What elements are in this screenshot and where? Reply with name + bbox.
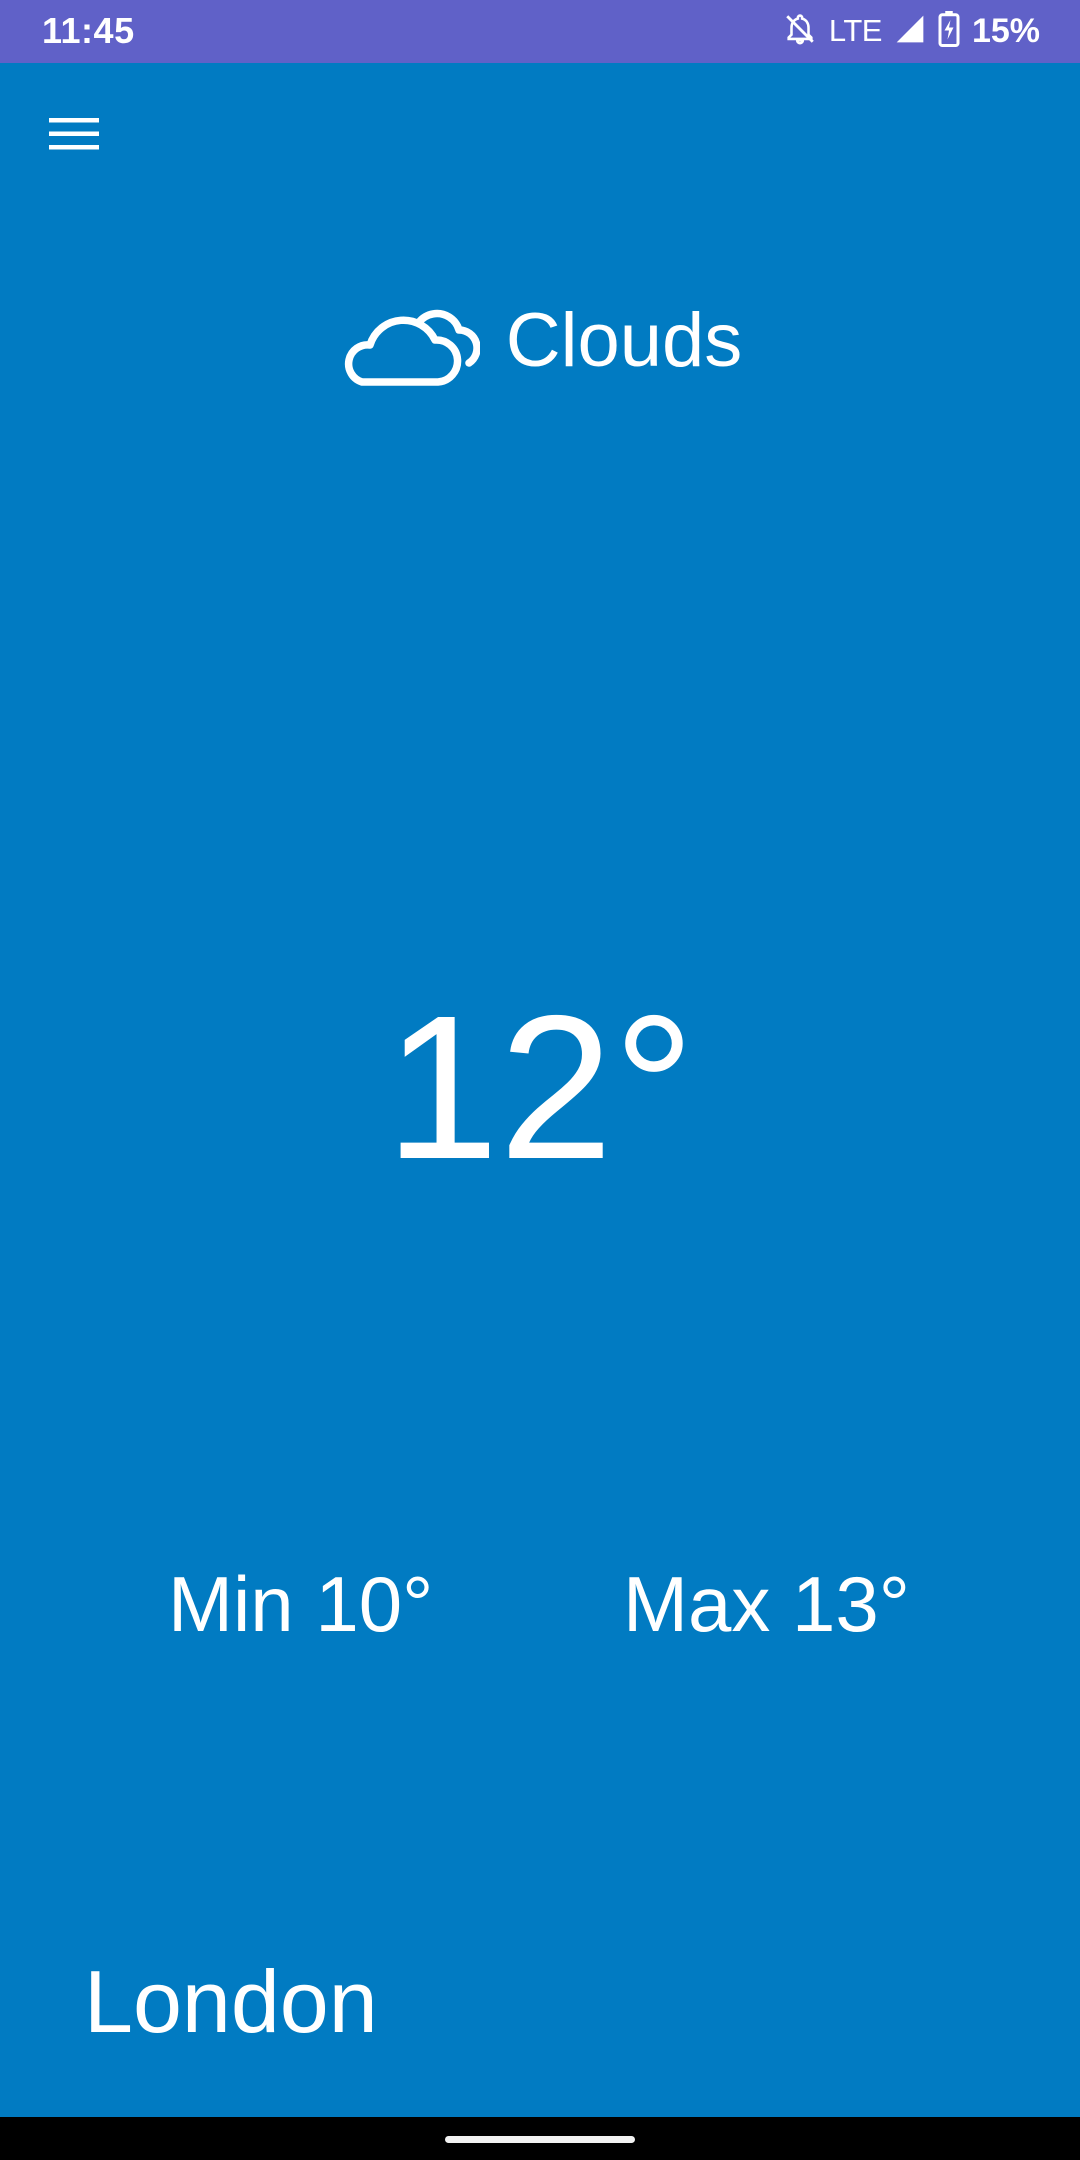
signal-icon bbox=[894, 13, 926, 50]
weather-condition: Clouds bbox=[0, 290, 1080, 391]
status-time: 11:45 bbox=[42, 10, 135, 51]
cloud-icon bbox=[338, 290, 481, 391]
notifications-off-icon bbox=[783, 12, 817, 51]
battery-charging-icon bbox=[938, 10, 960, 52]
hamburger-menu-icon bbox=[49, 116, 99, 157]
weather-screen: 11:45 LTE 15% Clouds 12° Min 10° Max 13°… bbox=[0, 0, 1080, 2160]
current-temperature: 12° bbox=[384, 973, 695, 1202]
navigation-bar bbox=[0, 2117, 1080, 2160]
status-bar: 11:45 LTE 15% bbox=[0, 0, 1080, 63]
network-type: LTE bbox=[828, 13, 883, 48]
battery-level: 15% bbox=[971, 11, 1040, 50]
status-icons: LTE 15% bbox=[783, 8, 1040, 54]
menu-button[interactable] bbox=[36, 110, 112, 162]
max-temperature: Max 13° bbox=[623, 1560, 910, 1648]
city-name: London bbox=[84, 1952, 378, 2051]
min-temperature: Min 10° bbox=[168, 1560, 434, 1648]
home-gesture-handle[interactable] bbox=[445, 2136, 635, 2143]
condition-label: Clouds bbox=[505, 297, 743, 383]
